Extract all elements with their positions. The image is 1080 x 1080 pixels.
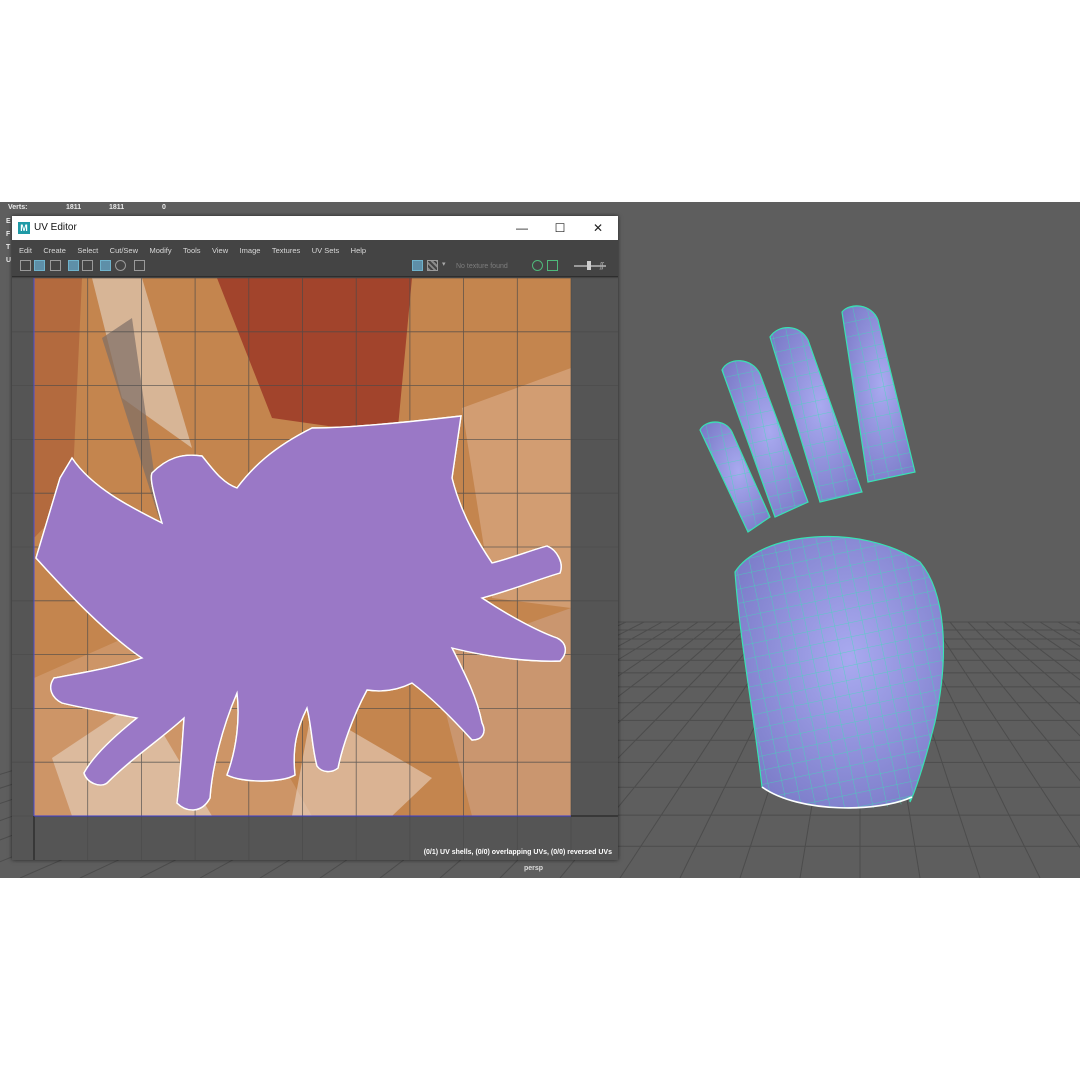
hud-verts-value: 0 <box>162 204 166 211</box>
hud-verts-value: 1811 <box>109 204 125 211</box>
slider-handle[interactable] <box>587 261 591 270</box>
pin-icon[interactable]: ʃʃ <box>600 260 611 271</box>
menu-view[interactable]: View <box>212 246 228 255</box>
menu-create[interactable]: Create <box>43 246 66 255</box>
uv-canvas[interactable]: (0/1) UV shells, (0/0) overlapping UVs, … <box>12 278 618 860</box>
hud-verts-value: 1811 <box>66 204 82 211</box>
hud-side-letter: T <box>6 244 11 251</box>
uv-toolbar: ▾ No texture found ʃʃ <box>12 256 618 277</box>
camera-label: persp <box>524 865 544 872</box>
close-button[interactable]: ✕ <box>580 216 616 240</box>
texture-status: No texture found <box>456 263 508 270</box>
hud-side-letter: U <box>6 257 12 264</box>
hud-side-letter: E <box>6 218 11 225</box>
pixel-snap-icon[interactable] <box>100 260 111 271</box>
exposure-icon[interactable] <box>115 260 126 271</box>
menu-textures[interactable]: Textures <box>272 246 300 255</box>
grid-icon[interactable] <box>20 260 31 271</box>
tile-icon[interactable] <box>68 260 79 271</box>
menu-image[interactable]: Image <box>240 246 261 255</box>
gamma-icon[interactable] <box>547 260 558 271</box>
hud-verts-label: Verts: <box>8 204 28 211</box>
menu-cut-sew[interactable]: Cut/Sew <box>110 246 138 255</box>
distortion-icon[interactable] <box>50 260 61 271</box>
menu-tools[interactable]: Tools <box>183 246 201 255</box>
menu-modify[interactable]: Modify <box>149 246 171 255</box>
maya-logo-icon: M <box>18 222 30 234</box>
uv-texture-space[interactable]: (0/1) UV shells, (0/0) overlapping UVs, … <box>12 278 618 860</box>
menu-edit[interactable]: Edit <box>19 246 32 255</box>
shaded-icon[interactable] <box>34 260 45 271</box>
maximize-button[interactable]: ☐ <box>542 216 578 240</box>
menu-select[interactable]: Select <box>77 246 98 255</box>
menu-help[interactable]: Help <box>351 246 366 255</box>
menu-bar: Edit Create Select Cut/Sew Modify Tools … <box>12 240 618 256</box>
snapshot-icon[interactable] <box>134 260 145 271</box>
uv-status-text: (0/1) UV shells, (0/0) overlapping UVs, … <box>424 849 612 856</box>
dropdown-icon[interactable]: ▾ <box>442 260 453 271</box>
image-display-icon[interactable] <box>412 260 423 271</box>
minimize-button[interactable]: — <box>504 216 540 240</box>
hud-side-letter: F <box>6 231 11 238</box>
checker-icon[interactable] <box>427 260 438 271</box>
menu-uv-sets[interactable]: UV Sets <box>312 246 340 255</box>
uv-editor-window[interactable]: M UV Editor — ☐ ✕ Edit Create Select Cut… <box>12 216 618 860</box>
uv-editor-titlebar[interactable]: M UV Editor — ☐ ✕ <box>12 216 618 240</box>
checker-layout-icon[interactable] <box>82 260 93 271</box>
window-title: UV Editor <box>34 222 77 233</box>
color-manage-icon[interactable] <box>532 260 543 271</box>
